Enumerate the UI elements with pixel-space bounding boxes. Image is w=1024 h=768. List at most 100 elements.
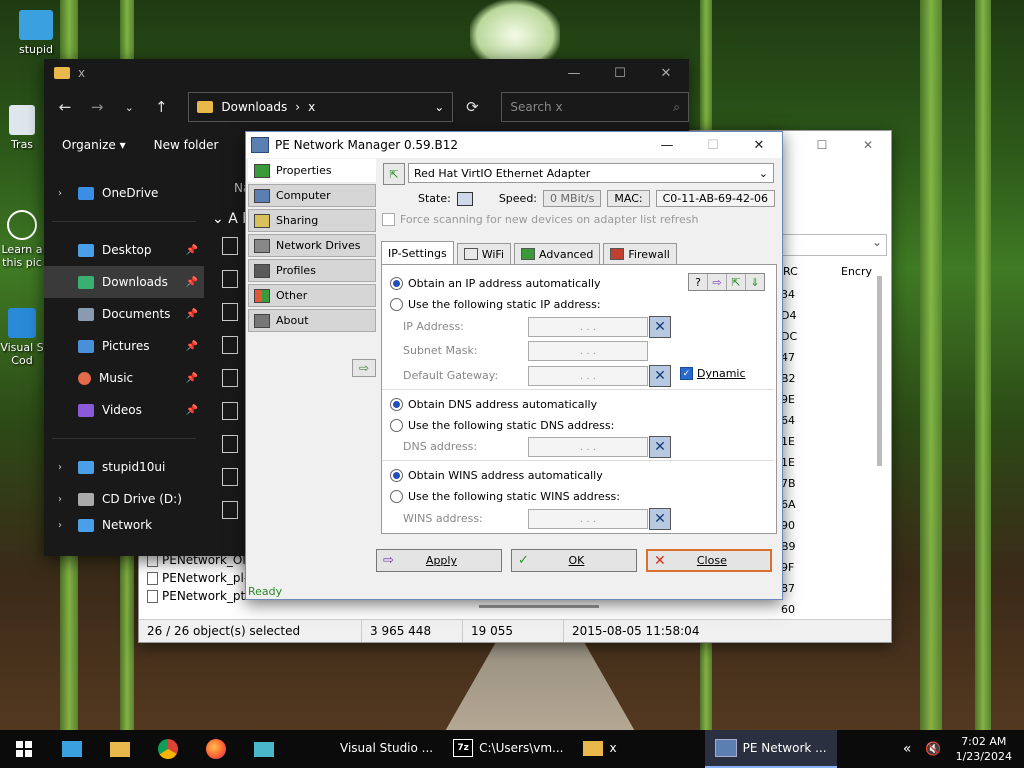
taskbar-app-pe-network[interactable]: PE Network ... [704, 730, 837, 768]
arrow-right-icon[interactable]: ⇨ [352, 359, 376, 377]
sidebar-item-downloads[interactable]: Downloads 📌 [44, 266, 204, 298]
pin-icon[interactable]: 📌 [186, 245, 198, 256]
pin-icon[interactable]: 📌 [186, 373, 198, 384]
dns-static-radio[interactable] [390, 419, 403, 432]
expand-down-icon[interactable]: ⇓ [746, 274, 764, 290]
sidebar-item-documents[interactable]: Documents 📌 [44, 298, 204, 330]
close-button[interactable]: ✕ [736, 132, 782, 158]
taskbar-chrome[interactable] [144, 730, 192, 768]
nav-item-sharing[interactable]: Sharing [248, 209, 376, 232]
address-dropdown[interactable]: ⌄ [779, 234, 887, 256]
arrow-right-icon[interactable]: ⇨ [708, 274, 727, 290]
taskbar-firefox[interactable] [192, 730, 240, 768]
maximize-button[interactable]: ☐ [799, 131, 845, 159]
adapter-select[interactable]: Red Hat VirtIO Ethernet Adapter ⌄ [408, 163, 774, 183]
clear-dns-button[interactable]: ✕ [649, 436, 671, 458]
refresh-icon[interactable]: ⟳ [459, 98, 485, 116]
wins-static-radio[interactable] [390, 490, 403, 503]
address-bar[interactable]: Downloads › x ⌄ [188, 92, 454, 122]
close-button[interactable]: ✕ [643, 59, 689, 87]
taskbar-app-visual-studio[interactable]: Visual Studio ... [330, 730, 443, 768]
file-icon[interactable] [222, 435, 238, 453]
maximize-button[interactable]: ☐ [690, 132, 736, 158]
search-input[interactable]: Search x ⌕ [501, 92, 689, 122]
sidebar-item-onedrive[interactable]: › OneDrive [44, 177, 204, 209]
chevron-right-icon[interactable]: › [58, 188, 70, 199]
nav-item-other[interactable]: Other [248, 284, 376, 307]
address-segment[interactable]: x [308, 100, 315, 114]
maximize-button[interactable]: ☐ [597, 59, 643, 87]
tab-advanced[interactable]: Advanced [514, 243, 601, 265]
sidebar-item-network[interactable]: › Network [44, 515, 204, 535]
file-icon[interactable] [222, 468, 238, 486]
nav-item-network-drives[interactable]: Network Drives [248, 234, 376, 257]
chevron-right-icon[interactable]: › [58, 462, 70, 473]
nav-item-properties[interactable]: Properties [248, 159, 376, 182]
sidebar-item-videos[interactable]: Videos 📌 [44, 394, 204, 426]
apply-button[interactable]: ⇨ Apply [376, 549, 502, 572]
pin-icon[interactable]: 📌 [186, 405, 198, 416]
ip-static-radio[interactable] [390, 298, 403, 311]
wins-static-option[interactable]: Use the following static WINS address: [390, 490, 620, 503]
pe-network-manager-window[interactable]: PE Network Manager 0.59.B12 — ☐ ✕ Proper… [245, 131, 783, 600]
file-icon[interactable] [222, 501, 238, 519]
pin-icon[interactable]: 📌 [186, 277, 198, 288]
list-item[interactable]: PENetwork_pl-P [147, 569, 257, 587]
file-icon[interactable] [222, 336, 238, 354]
close-button[interactable]: ✕ [845, 131, 891, 159]
minimize-button[interactable]: — [551, 59, 597, 87]
minimize-button[interactable]: — [644, 132, 690, 158]
wins-auto-option[interactable]: Obtain WINS address automatically [390, 469, 603, 482]
sidebar-item-this-pc[interactable]: › stupid10ui [44, 451, 204, 483]
nav-item-about[interactable]: About [248, 309, 376, 332]
desktop-icon-recycle-bin[interactable]: Tras [2, 105, 42, 151]
chevron-down-icon[interactable]: ⌄ [116, 101, 142, 114]
gateway-field[interactable]: . . . [528, 366, 648, 386]
sidebar-item-desktop[interactable]: Desktop 📌 [44, 234, 204, 266]
ip-auto-radio[interactable] [390, 277, 403, 290]
clock[interactable]: 7:02 AM 1/23/2024 [956, 734, 1012, 764]
export-icon[interactable]: ⇱ [727, 274, 746, 290]
ip-auto-option[interactable]: Obtain an IP address automatically [390, 277, 601, 290]
sidebar-item-music[interactable]: Music 📌 [44, 362, 204, 394]
chevron-down-icon[interactable]: ⌄ [434, 100, 444, 114]
file-icon[interactable] [222, 402, 238, 420]
help-icon[interactable]: ? [689, 274, 708, 290]
vertical-scrollbar[interactable] [877, 276, 882, 466]
ok-button[interactable]: ✓ OK [511, 549, 637, 572]
taskbar-keyboard-app[interactable] [240, 730, 288, 768]
file-icon[interactable] [222, 237, 238, 255]
desktop-icon-vscode[interactable]: Visual S Cod [0, 308, 44, 367]
subnet-mask-field[interactable]: . . . [528, 341, 648, 361]
tab-ip-settings[interactable]: IP-Settings [381, 241, 454, 265]
chevron-right-icon[interactable]: › [58, 520, 70, 531]
nav-item-profiles[interactable]: Profiles [248, 259, 376, 282]
file-icon[interactable] [222, 303, 238, 321]
organize-menu[interactable]: Organize ▾ [62, 138, 126, 152]
force-scan-checkbox[interactable] [382, 213, 395, 226]
up-arrow-icon[interactable]: ↑ [148, 98, 174, 116]
file-icon[interactable] [222, 369, 238, 387]
file-icon[interactable] [222, 270, 238, 288]
dynamic-option[interactable]: ✓ Dynamic [680, 367, 746, 380]
back-arrow-icon[interactable]: ← [52, 98, 78, 116]
forward-arrow-icon[interactable]: → [84, 98, 110, 116]
taskbar-desktop-app[interactable] [48, 730, 96, 768]
pin-icon[interactable]: 📌 [186, 341, 198, 352]
dns-static-option[interactable]: Use the following static DNS address: [390, 419, 614, 432]
taskbar-file-explorer[interactable] [96, 730, 144, 768]
ip-address-field[interactable]: . . . [528, 317, 648, 337]
dns-auto-option[interactable]: Obtain DNS address automatically [390, 398, 597, 411]
tray-overflow-icon[interactable]: « [903, 741, 912, 757]
address-segment[interactable]: Downloads [221, 100, 287, 114]
close-button[interactable]: ✕ Close [646, 549, 772, 572]
list-item[interactable]: PENetwork_pt-B [147, 587, 257, 605]
new-folder-button[interactable]: New folder [154, 138, 219, 152]
adapter-config-button[interactable]: ⇱ [383, 163, 405, 185]
wins-address-field[interactable]: . . . [528, 509, 648, 529]
sidebar-item-cd-drive[interactable]: › CD Drive (D:) [44, 483, 204, 515]
start-button[interactable] [0, 730, 48, 768]
speaker-muted-icon[interactable]: 🔇 [925, 742, 941, 757]
desktop-icon-learn[interactable]: Learn a this pic [0, 210, 44, 269]
dns-address-field[interactable]: . . . [528, 437, 648, 457]
